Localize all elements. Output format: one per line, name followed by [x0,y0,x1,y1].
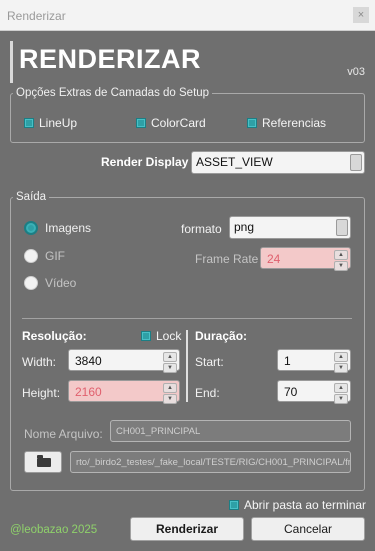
width-spinbox[interactable]: 3840 ▲ ▼ [68,349,180,373]
radio-video-label: Vídeo [45,276,77,290]
end-label: End: [195,386,220,400]
checkbox-referencias[interactable]: Referencias [247,116,326,130]
spin-up-icon[interactable]: ▲ [334,250,348,260]
radio-imagens-dot[interactable] [24,221,38,235]
radio-gif-dot[interactable] [24,249,38,263]
radio-gif[interactable]: GIF [24,249,65,263]
checkbox-lock[interactable]: Lock [141,329,181,343]
checkbox-referencias-box[interactable] [247,118,257,128]
height-value: 2160 [75,385,102,399]
checkbox-lineup[interactable]: LineUp [24,116,77,130]
start-value: 1 [284,354,291,368]
end-value: 70 [284,385,298,399]
format-select[interactable]: png [229,216,351,239]
window-titlebar: Renderizar × [0,0,375,31]
spin-down-icon[interactable]: ▼ [334,394,348,404]
format-value: png [234,220,255,234]
frame-rate-value: 24 [267,252,281,266]
checkbox-colorcard[interactable]: ColorCard [136,116,206,130]
cancel-button[interactable]: Cancelar [251,517,365,541]
checkbox-lineup-label: LineUp [39,116,78,130]
spin-up-icon[interactable]: ▲ [334,352,348,362]
spin-arrows[interactable]: ▲ ▼ [163,383,177,404]
spin-up-icon[interactable]: ▲ [163,383,177,393]
width-label: Width: [22,355,57,369]
start-spinbox[interactable]: 1 ▲ ▼ [277,349,351,373]
render-display-value: ASSET_VIEW [196,155,273,169]
file-name-input[interactable]: CH001_PRINCIPAL [110,420,351,442]
resolution-heading: Resolução: [22,329,87,343]
duration-heading: Duração: [195,329,248,343]
spin-arrows[interactable]: ▲ ▼ [334,250,348,271]
radio-imagens-label: Imagens [45,221,92,235]
layers-group-legend: Opções Extras de Camadas do Setup [16,87,210,99]
frame-rate-label: Frame Rate [195,252,259,266]
checkbox-colorcard-box[interactable] [136,118,146,128]
checkbox-referencias-label: Referencias [262,116,327,130]
radio-video[interactable]: Vídeo [24,276,76,290]
spin-arrows[interactable]: ▲ ▼ [163,352,177,373]
column-divider [186,330,188,402]
height-spinbox[interactable]: 2160 ▲ ▼ [68,380,180,404]
spin-arrows[interactable]: ▲ ▼ [334,383,348,404]
chevron-down-icon[interactable] [336,219,348,236]
close-icon[interactable]: × [353,7,369,23]
checkbox-open-folder-box[interactable] [229,500,239,510]
render-button[interactable]: Renderizar [130,517,244,541]
width-value: 3840 [75,354,102,368]
spin-down-icon[interactable]: ▼ [334,261,348,271]
page-title: RENDERIZAR [19,44,202,74]
divider [22,318,352,319]
checkbox-open-folder-label: Abrir pasta ao terminar [244,498,367,512]
radio-gif-label: GIF [45,249,65,263]
file-name-label: Nome Arquivo: [24,427,103,441]
spin-arrows[interactable]: ▲ ▼ [334,352,348,373]
radio-video-dot[interactable] [24,276,38,290]
spin-down-icon[interactable]: ▼ [163,363,177,373]
spin-up-icon[interactable]: ▲ [163,352,177,362]
checkbox-lineup-box[interactable] [24,118,34,128]
start-label: Start: [195,355,224,369]
credit-text: @leobazao 2025 [10,524,98,536]
render-display-label: Render Display [101,155,189,169]
checkbox-lock-label: Lock [156,329,182,343]
height-label: Height: [22,386,61,400]
folder-icon [37,455,51,467]
window-title: Renderizar [7,9,66,23]
layers-options-group: Opções Extras de Camadas do Setup [10,87,365,143]
output-path-input[interactable]: rto/_birdo2_testes/_fake_local/TESTE/RIG… [70,451,351,473]
end-spinbox[interactable]: 70 ▲ ▼ [277,380,351,404]
version-label: v03 [347,66,365,78]
format-label: formato [181,222,222,236]
page-header: RENDERIZAR v03 [10,41,365,85]
header-accent-bar [10,41,13,83]
render-display-select[interactable]: ASSET_VIEW [191,151,365,174]
spin-down-icon[interactable]: ▼ [163,394,177,404]
output-group-legend: Saída [16,191,47,203]
checkbox-open-folder[interactable]: Abrir pasta ao terminar [229,498,366,512]
frame-rate-spinbox[interactable]: 24 ▲ ▼ [260,247,351,271]
chevron-down-icon[interactable] [350,154,362,171]
checkbox-lock-box[interactable] [141,331,151,341]
radio-imagens[interactable]: Imagens [24,221,91,235]
checkbox-colorcard-label: ColorCard [151,116,206,130]
spin-up-icon[interactable]: ▲ [334,383,348,393]
browse-folder-button[interactable] [24,451,62,473]
spin-down-icon[interactable]: ▼ [334,363,348,373]
